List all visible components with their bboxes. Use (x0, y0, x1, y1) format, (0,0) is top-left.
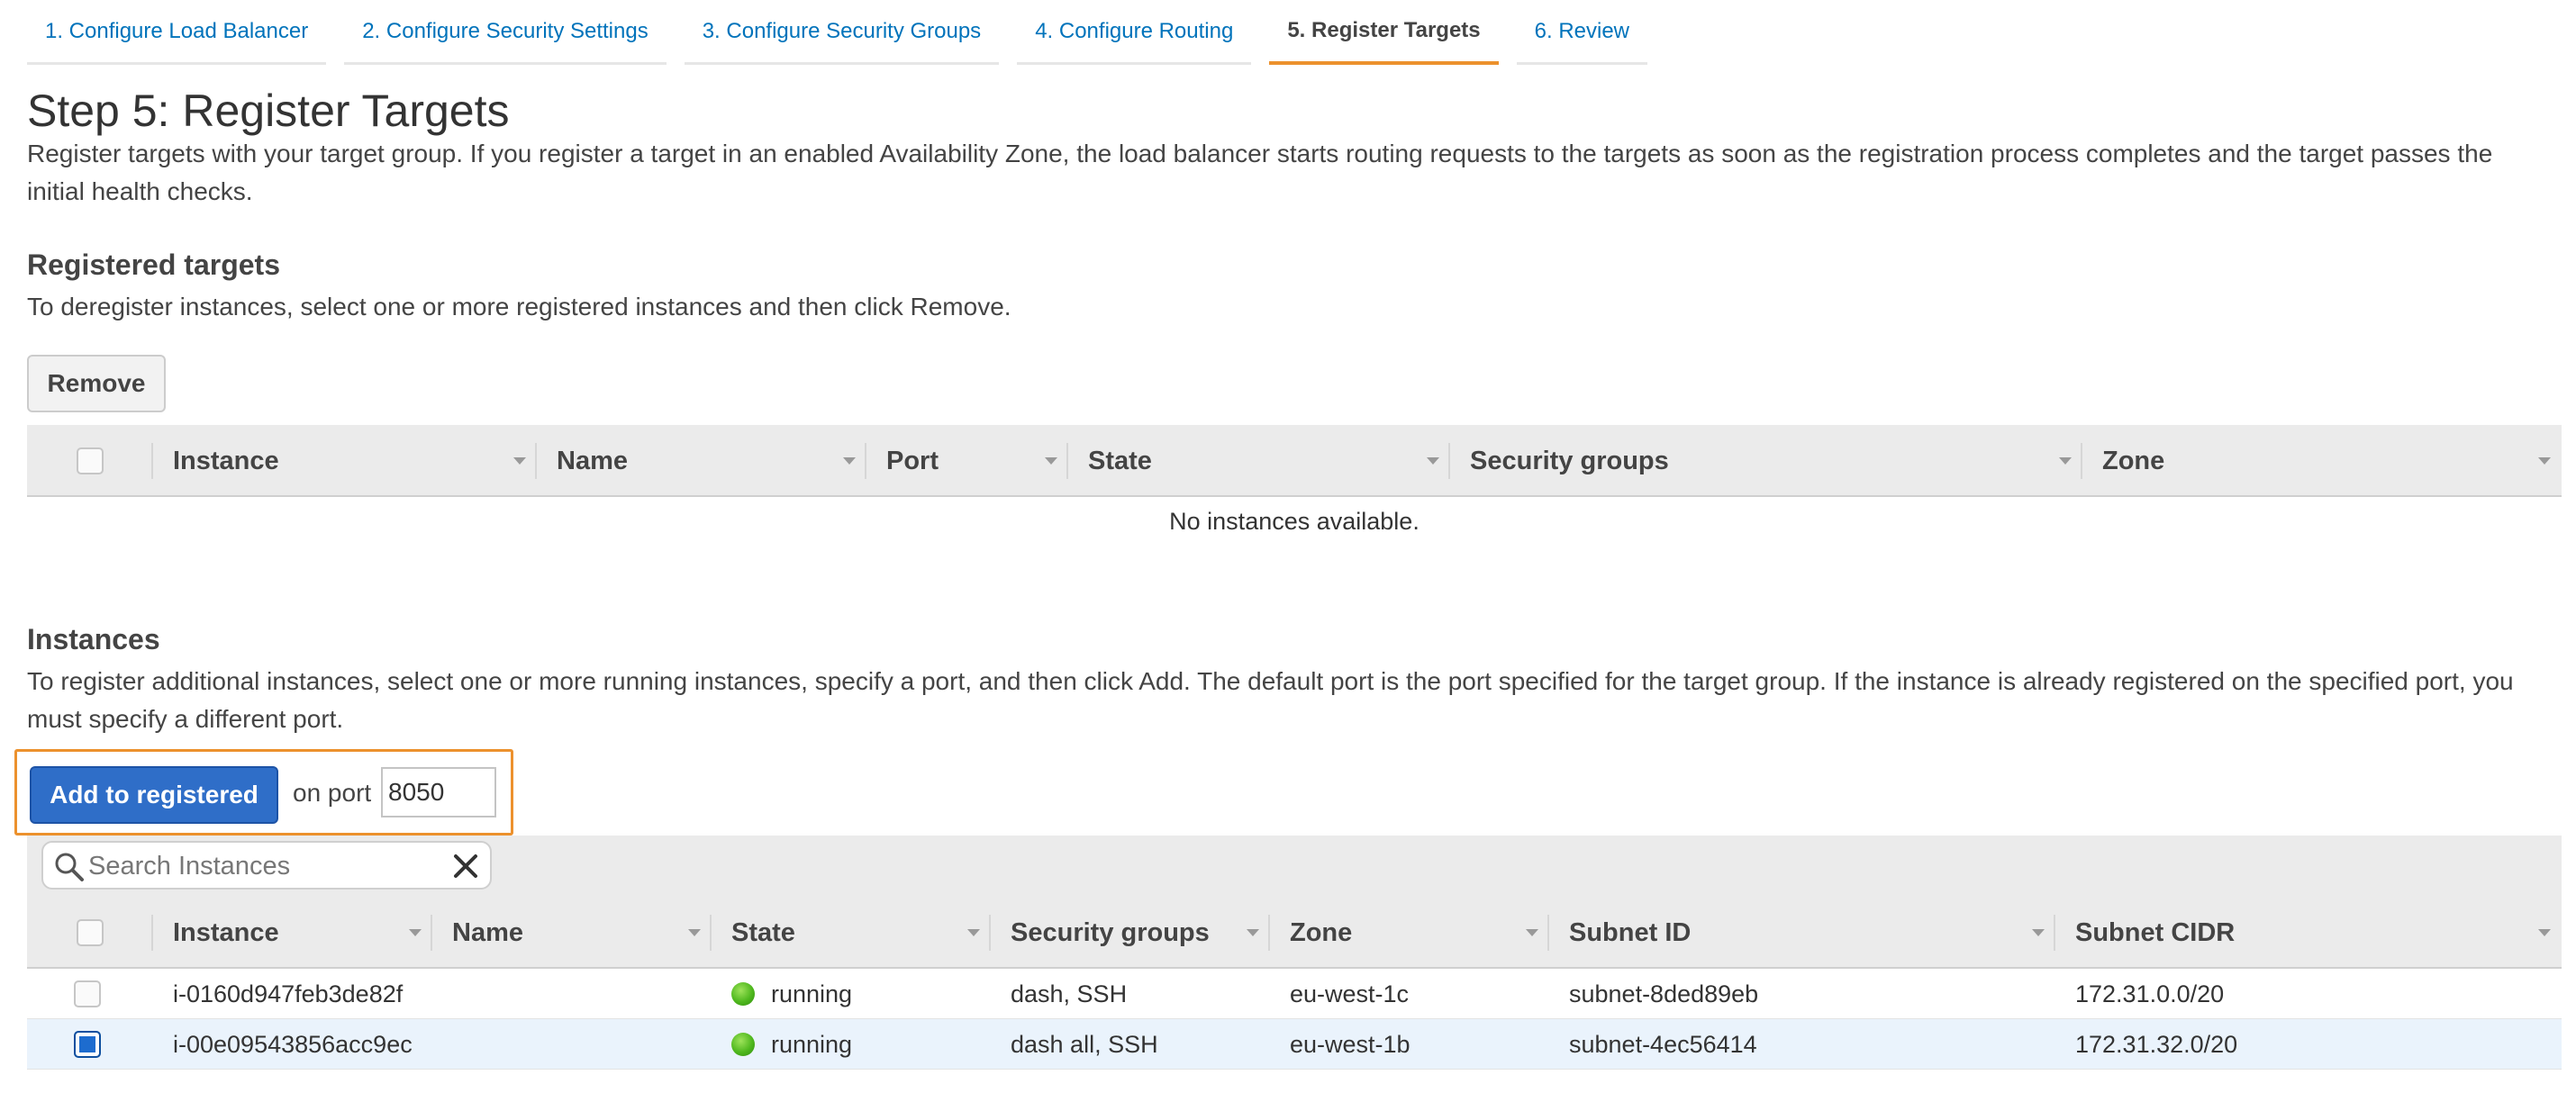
add-to-registered-group: Add to registered on port (14, 749, 513, 836)
table-row[interactable]: i-00e09543856acc9ec running dash all, SS… (27, 1019, 2562, 1070)
sort-caret-icon (1427, 457, 1439, 465)
column-header-name[interactable]: Name (432, 897, 712, 969)
row-checkbox[interactable] (74, 1031, 101, 1058)
column-header-port[interactable]: Port (866, 425, 1068, 497)
instances-search-bar (27, 836, 2562, 897)
column-header-subnet-id[interactable]: Subnet ID (1549, 897, 2055, 969)
row-checkbox[interactable] (74, 980, 101, 1007)
clear-search-icon[interactable] (450, 851, 481, 881)
registered-targets-table-header: Instance Name Port State Security groups… (27, 425, 2562, 497)
column-header-name[interactable]: Name (537, 425, 866, 497)
tab-review[interactable]: 6. Review (1516, 0, 1648, 65)
column-header-instance[interactable]: Instance (153, 897, 432, 969)
search-instances-input[interactable] (88, 846, 440, 886)
security-groups: dash all, SSH (1011, 1030, 1158, 1058)
instance-id: i-00e09543856acc9ec (173, 1030, 413, 1058)
security-groups: dash, SSH (1011, 980, 1128, 1007)
instances-table-header: Instance Name State Security groups Zone… (27, 897, 2562, 969)
instances-description: To register additional instances, select… (27, 667, 2514, 733)
column-header-instance[interactable]: Instance (153, 425, 537, 497)
tab-register-targets[interactable]: 5. Register Targets (1269, 0, 1499, 65)
sort-caret-icon (1526, 929, 1538, 936)
sort-caret-icon (513, 457, 526, 465)
table-row[interactable]: i-0160d947feb3de82f running dash, SSH eu… (27, 969, 2562, 1019)
column-header-security-groups[interactable]: Security groups (991, 897, 1270, 969)
sort-caret-icon (688, 929, 701, 936)
sort-caret-icon (1247, 929, 1259, 936)
select-all-cell (27, 425, 153, 497)
instances-heading: Instances (27, 623, 160, 655)
zone: eu-west-1c (1290, 980, 1410, 1007)
sort-caret-icon (1045, 457, 1057, 465)
remove-button[interactable]: Remove (27, 355, 166, 412)
registered-targets-heading: Registered targets (27, 248, 280, 281)
page-title: Step 5: Register Targets (27, 86, 510, 136)
subnet-id: subnet-4ec56414 (1569, 1030, 1757, 1058)
instance-id: i-0160d947feb3de82f (173, 980, 404, 1007)
instance-state: running (731, 1019, 852, 1070)
subnet-cidr: 172.31.32.0/20 (2075, 1030, 2238, 1058)
tab-configure-security-settings[interactable]: 2. Configure Security Settings (344, 0, 667, 65)
column-header-state[interactable]: State (1068, 425, 1450, 497)
column-header-zone[interactable]: Zone (2082, 425, 2562, 497)
running-status-icon (731, 1033, 755, 1056)
column-header-security-groups[interactable]: Security groups (1450, 425, 2082, 497)
zone: eu-west-1b (1290, 1030, 1410, 1058)
select-all-instances-checkbox[interactable] (77, 919, 104, 946)
page-description: Register targets with your target group.… (27, 140, 2493, 205)
sort-caret-icon (2538, 457, 2551, 465)
empty-table-message: No instances available. (1169, 508, 1420, 535)
instance-state: running (731, 969, 852, 1019)
column-header-subnet-cidr[interactable]: Subnet CIDR (2055, 897, 2562, 969)
sort-caret-icon (409, 929, 422, 936)
sort-caret-icon (2032, 929, 2045, 936)
select-all-checkbox[interactable] (77, 447, 104, 474)
port-input[interactable] (381, 767, 496, 817)
sort-caret-icon (967, 929, 980, 936)
column-header-state[interactable]: State (712, 897, 991, 969)
running-status-icon (731, 982, 755, 1006)
subnet-id: subnet-8ded89eb (1569, 980, 1759, 1007)
sort-caret-icon (2059, 457, 2072, 465)
tab-configure-security-groups[interactable]: 3. Configure Security Groups (684, 0, 1000, 65)
subnet-cidr: 172.31.0.0/20 (2075, 980, 2225, 1007)
registered-targets-description: To deregister instances, select one or m… (27, 293, 1011, 321)
column-header-zone[interactable]: Zone (1270, 897, 1549, 969)
wizard-steps: 1. Configure Load Balancer 2. Configure … (27, 0, 1648, 65)
sort-caret-icon (843, 457, 856, 465)
tab-configure-load-balancer[interactable]: 1. Configure Load Balancer (27, 0, 327, 65)
on-port-label: on port (293, 779, 372, 807)
tab-configure-routing[interactable]: 4. Configure Routing (1017, 0, 1252, 65)
search-box (41, 841, 492, 890)
sort-caret-icon (2538, 929, 2551, 936)
add-to-registered-button[interactable]: Add to registered (30, 766, 278, 824)
select-all-cell (27, 897, 153, 969)
search-icon (55, 853, 84, 881)
